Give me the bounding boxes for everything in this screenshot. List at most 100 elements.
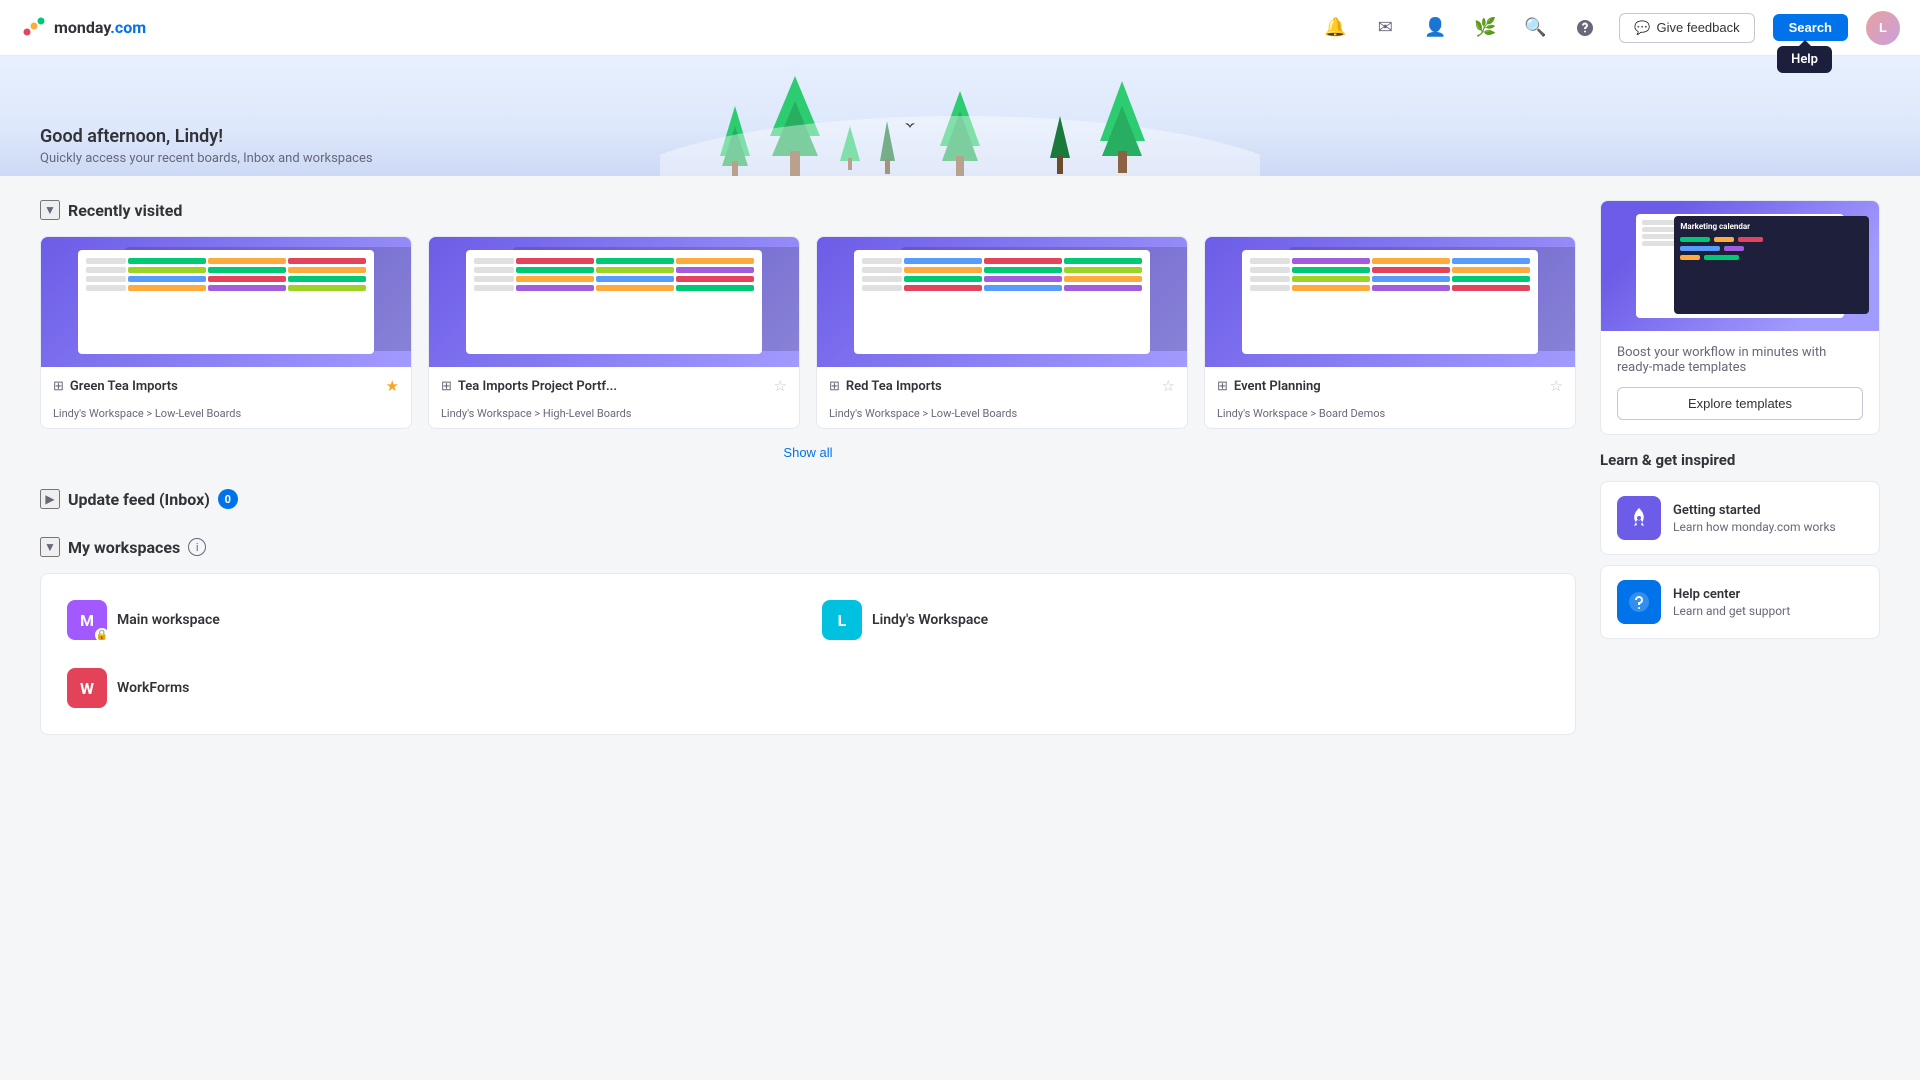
card-preview-0 bbox=[41, 237, 411, 367]
inbox-button[interactable]: ✉ bbox=[1369, 12, 1401, 44]
star-3[interactable]: ☆ bbox=[1550, 377, 1563, 395]
getting-started-desc: Learn how monday.com works bbox=[1673, 520, 1836, 534]
update-feed-badge: 0 bbox=[218, 489, 238, 509]
show-all-button[interactable]: Show all bbox=[783, 445, 832, 460]
card-path-0: Lindy's Workspace > Low-Level Boards bbox=[41, 407, 411, 428]
card-name-3: Event Planning bbox=[1234, 379, 1321, 394]
logo[interactable]: monday.com bbox=[20, 14, 146, 42]
card-preview-inner-3 bbox=[1242, 250, 1538, 354]
tree-7 bbox=[1100, 81, 1145, 176]
user-avatar-button[interactable]: L bbox=[1866, 11, 1900, 45]
workspace-item-lindy[interactable]: L Lindy's Workspace bbox=[816, 594, 1555, 646]
workspaces-toggle[interactable]: ▼ bbox=[40, 537, 60, 557]
logo-text: monday.com bbox=[54, 18, 146, 37]
question-mark-icon bbox=[1627, 590, 1651, 614]
trees-decoration bbox=[660, 56, 1260, 176]
help-center-text: Help center Learn and get support bbox=[1673, 587, 1790, 618]
search-button[interactable]: 🔍 bbox=[1519, 12, 1551, 44]
card-preview-inner-0 bbox=[78, 250, 374, 354]
recently-visited-section: ▼ Recently visited bbox=[40, 200, 1576, 461]
help-tooltip: Help bbox=[1777, 46, 1832, 73]
board-icon-1: ⊞ bbox=[441, 379, 452, 394]
main-content: ▼ Recently visited bbox=[40, 200, 1576, 763]
update-feed-section: ▶ Update feed (Inbox) 0 bbox=[40, 489, 1576, 509]
workspace-name-main: Main workspace bbox=[117, 612, 220, 628]
template-preview: Marketing calendar bbox=[1601, 201, 1879, 331]
bird-icon bbox=[900, 116, 920, 136]
card-path-2: Lindy's Workspace > Low-Level Boards bbox=[817, 407, 1187, 428]
right-sidebar: Marketing calendar Boost your workflow i… bbox=[1600, 200, 1880, 763]
topnav-icons: 🔔 ✉ 👤 🌿 🔍 Help 💬 Give feedback Search L bbox=[1319, 11, 1900, 45]
recently-visited-toggle[interactable]: ▼ bbox=[40, 200, 60, 220]
card-name-1: Tea Imports Project Portf... bbox=[458, 379, 617, 394]
card-path-3: Lindy's Workspace > Board Demos bbox=[1205, 407, 1575, 428]
board-card-2[interactable]: ⊞ Red Tea Imports ☆ Lindy's Workspace > … bbox=[816, 236, 1188, 429]
learn-section: Learn & get inspired Getting started Lea… bbox=[1600, 451, 1880, 639]
card-preview-3 bbox=[1205, 237, 1575, 367]
board-card-3[interactable]: ⊞ Event Planning ☆ Lindy's Workspace > B… bbox=[1204, 236, 1576, 429]
updates-button[interactable]: 🌿 bbox=[1469, 12, 1501, 44]
hero-banner: Good afternoon, Lindy! Quickly access yo… bbox=[0, 56, 1920, 176]
update-feed-toggle[interactable]: ▶ bbox=[40, 489, 60, 509]
star-2[interactable]: ☆ bbox=[1162, 377, 1175, 395]
card-path-1: Lindy's Workspace > High-Level Boards bbox=[429, 407, 799, 428]
give-feedback-label: Give feedback bbox=[1657, 20, 1740, 35]
update-feed-header: ▶ Update feed (Inbox) 0 bbox=[40, 489, 1576, 509]
getting-started-text: Getting started Learn how monday.com wor… bbox=[1673, 503, 1836, 534]
topnav: monday.com 🔔 ✉ 👤 🌿 🔍 Help 💬 Give feedbac… bbox=[0, 0, 1920, 56]
hill-shape bbox=[660, 116, 1260, 176]
give-feedback-button[interactable]: 💬 Give feedback bbox=[1619, 13, 1754, 43]
workspace-item-workforms[interactable]: W WorkForms bbox=[61, 662, 800, 714]
getting-started-card[interactable]: Getting started Learn how monday.com wor… bbox=[1600, 481, 1880, 555]
card-name-0: Green Tea Imports bbox=[70, 379, 178, 394]
hero-text: Good afternoon, Lindy! Quickly access yo… bbox=[40, 126, 373, 166]
getting-started-icon-box bbox=[1617, 496, 1661, 540]
hero-subtitle: Quickly access your recent boards, Inbox… bbox=[40, 151, 373, 166]
board-card-0[interactable]: ⊞ Green Tea Imports ★ Lindy's Workspace … bbox=[40, 236, 412, 429]
card-preview-2 bbox=[817, 237, 1187, 367]
feedback-icon: 💬 bbox=[1634, 20, 1650, 36]
template-boost-text: Boost your workflow in minutes with read… bbox=[1617, 345, 1863, 375]
template-card: Marketing calendar Boost your workflow i… bbox=[1600, 200, 1880, 435]
template-preview-dark: Marketing calendar bbox=[1674, 216, 1869, 314]
boards-grid: ⊞ Green Tea Imports ★ Lindy's Workspace … bbox=[40, 236, 1576, 429]
workspace-name-workforms: WorkForms bbox=[117, 680, 189, 696]
star-1[interactable]: ☆ bbox=[774, 377, 787, 395]
getting-started-title: Getting started bbox=[1673, 503, 1836, 518]
help-button[interactable] bbox=[1569, 12, 1601, 44]
board-icon-2: ⊞ bbox=[829, 379, 840, 394]
card-preview-inner-1 bbox=[466, 250, 762, 354]
card-preview-1 bbox=[429, 237, 799, 367]
invite-button[interactable]: 👤 bbox=[1419, 12, 1451, 44]
explore-templates-button[interactable]: Explore templates bbox=[1617, 387, 1863, 420]
card-info-0: ⊞ Green Tea Imports ★ bbox=[41, 367, 411, 405]
template-card-body: Boost your workflow in minutes with read… bbox=[1601, 331, 1879, 434]
star-0[interactable]: ★ bbox=[386, 377, 399, 395]
hero-greeting: Good afternoon, Lindy! bbox=[40, 126, 373, 147]
update-feed-title: Update feed (Inbox) bbox=[68, 490, 210, 509]
card-preview-inner-2 bbox=[854, 250, 1150, 354]
workspace-empty-cell bbox=[816, 662, 1555, 714]
help-center-card[interactable]: Help center Learn and get support bbox=[1600, 565, 1880, 639]
tree-6 bbox=[1050, 116, 1070, 176]
card-info-1: ⊞ Tea Imports Project Portf... ☆ bbox=[429, 367, 799, 405]
rocket-icon bbox=[1627, 506, 1651, 530]
notifications-button[interactable]: 🔔 bbox=[1319, 12, 1351, 44]
show-all-container: Show all bbox=[40, 445, 1576, 461]
workspace-avatar-lindy: L bbox=[822, 600, 862, 640]
main-layout: ▼ Recently visited bbox=[0, 176, 1920, 787]
help-center-icon-box bbox=[1617, 580, 1661, 624]
learn-section-title: Learn & get inspired bbox=[1600, 451, 1880, 469]
search-label-button[interactable]: Search bbox=[1773, 14, 1848, 41]
workspaces-info-icon[interactable]: i bbox=[188, 538, 206, 556]
recently-visited-title: Recently visited bbox=[68, 201, 182, 220]
workspace-name-lindy: Lindy's Workspace bbox=[872, 612, 988, 628]
monday-logo-icon bbox=[20, 14, 48, 42]
help-center-title: Help center bbox=[1673, 587, 1790, 602]
board-icon-3: ⊞ bbox=[1217, 379, 1228, 394]
workspace-item-main[interactable]: M 🔒 Main workspace bbox=[61, 594, 800, 646]
card-info-2: ⊞ Red Tea Imports ☆ bbox=[817, 367, 1187, 405]
board-card-1[interactable]: ⊞ Tea Imports Project Portf... ☆ Lindy's… bbox=[428, 236, 800, 429]
help-center-desc: Learn and get support bbox=[1673, 604, 1790, 618]
workspace-lock-icon: 🔒 bbox=[95, 628, 109, 642]
